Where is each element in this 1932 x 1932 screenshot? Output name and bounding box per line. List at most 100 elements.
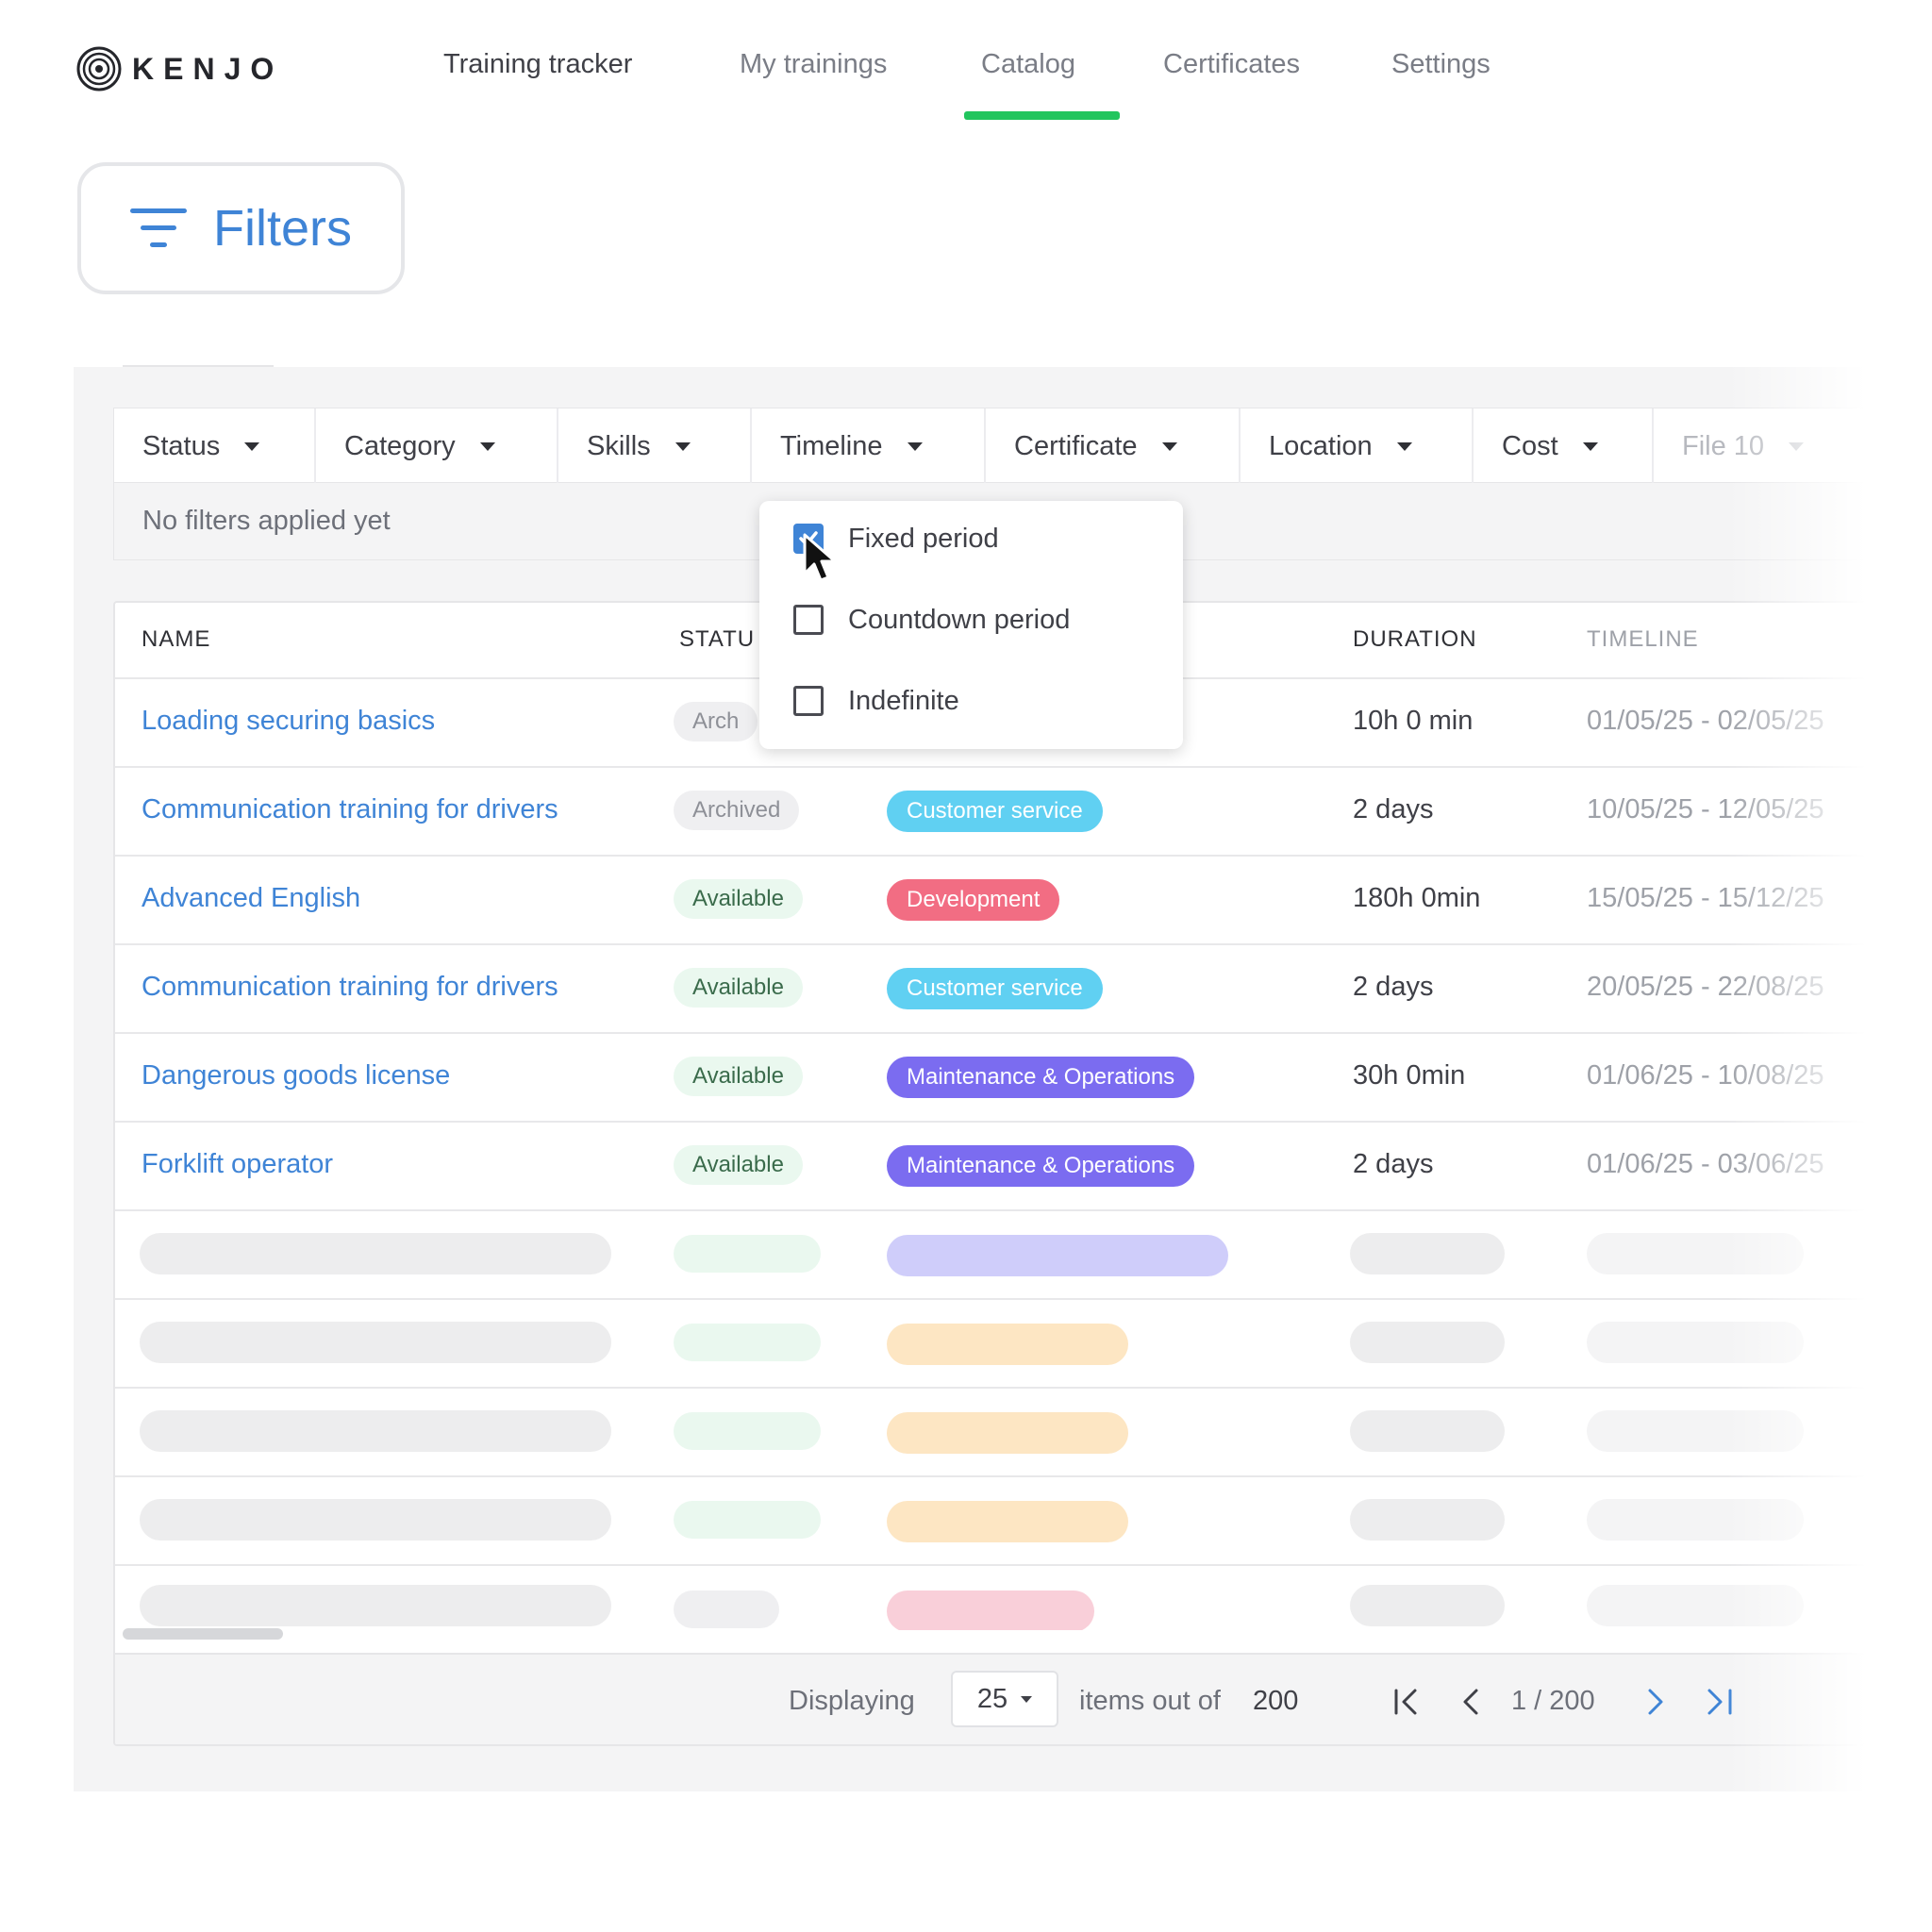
skeleton-bar [140,1322,611,1363]
skeleton-bar [674,1591,779,1628]
next-page-icon[interactable] [1636,1683,1674,1721]
chip-label: Certificate [1014,430,1138,461]
caret-down-icon [1582,441,1598,451]
skeleton-bar [887,1591,1094,1630]
filters-label: Filters [213,200,352,257]
skeleton-bar [140,1585,611,1626]
category-badge: Customer service [887,968,1103,1009]
table-row[interactable]: Forklift operator Available Maintenance … [115,1121,1864,1209]
option-indefinite[interactable]: Indefinite [793,682,959,720]
skeleton-bar [140,1410,611,1452]
active-tab-indicator [964,111,1120,120]
skeleton-bar [1350,1585,1505,1626]
chip-label: Status [142,430,221,461]
option-countdown-period[interactable]: Countdown period [793,601,1070,639]
duration-cell: 2 days [1353,1149,1434,1179]
page-size-select[interactable]: 25 [951,1671,1058,1727]
filter-chip-certificate[interactable]: Certificate [986,408,1241,484]
skeleton-bar [140,1499,611,1541]
skeleton-bar [1350,1322,1505,1363]
filter-chip-status[interactable]: Status [114,408,316,484]
timeline-cell: 15/05/25 - 15/12/25 [1587,883,1824,913]
skeleton-bar [674,1324,821,1361]
status-badge: Available [674,968,803,1008]
caret-down-icon [675,441,691,451]
duration-cell: 180h 0min [1353,883,1481,913]
timeline-cell: 20/05/25 - 22/08/25 [1587,972,1824,1002]
first-page-icon[interactable] [1389,1683,1426,1721]
filter-chip-skills[interactable]: Skills [558,408,752,484]
total-items: 200 [1253,1686,1299,1716]
filter-chip-category[interactable]: Category [316,408,558,484]
last-page-icon[interactable] [1700,1683,1738,1721]
mouse-pointer-icon [803,533,837,582]
skeleton-row [115,1298,1864,1387]
tab-settings[interactable]: Settings [1391,49,1491,80]
header-duration[interactable]: DURATION [1353,626,1477,653]
header-timeline[interactable]: TIMELINE [1587,626,1699,653]
kenjo-logo-icon [76,46,122,92]
category-badge: Customer service [887,791,1103,832]
training-name-link[interactable]: Dangerous goods license [142,1060,450,1091]
status-badge: Arch [674,702,758,741]
panel-divider [123,365,274,367]
applied-filters-text: No filters applied yet [142,506,391,536]
items-out-of-label: items out of [1079,1686,1221,1716]
filter-chip-timeline[interactable]: Timeline [752,408,986,484]
skeleton-row [115,1387,1864,1475]
timeline-cell: 01/06/25 - 10/08/25 [1587,1060,1824,1091]
skeleton-bar [1587,1499,1804,1541]
skeleton-bar [887,1501,1128,1542]
header-status[interactable]: STATU [679,626,755,653]
checkbox[interactable] [793,686,824,716]
skeleton-bar [1587,1410,1804,1452]
caret-down-icon [479,441,495,451]
catalog-table: NAME STATU DURATION TIMELINE Loading sec… [113,601,1866,1746]
pagination-bar: Displaying 25 items out of 200 1 / 200 [115,1653,1864,1744]
caret-down-icon [1396,441,1412,451]
table-row[interactable]: Dangerous goods license Available Mainte… [115,1032,1864,1121]
table-row[interactable]: Advanced English Available Development 1… [115,855,1864,943]
training-name-link[interactable]: Advanced English [142,883,360,914]
duration-cell: 2 days [1353,794,1434,824]
skeleton-bar [1587,1233,1804,1274]
chip-label: Timeline [780,430,883,461]
horizontal-scrollbar[interactable] [123,1628,283,1640]
tab-training-tracker[interactable]: Training tracker [443,49,632,80]
timeline-cell: 01/05/25 - 02/05/25 [1587,706,1824,736]
duration-cell: 10h 0 min [1353,706,1474,736]
caret-down-icon [1021,1695,1033,1703]
tab-catalog[interactable]: Catalog [981,49,1075,80]
previous-page-icon[interactable] [1453,1683,1491,1721]
page-indicator: 1 / 200 [1511,1686,1595,1716]
caret-down-icon [1789,441,1805,451]
status-badge: Available [674,1057,803,1096]
filter-chip-cost[interactable]: Cost [1474,408,1654,484]
header-name[interactable]: NAME [142,626,210,653]
chip-label: Category [344,430,456,461]
chip-label: Skills [587,430,651,461]
table-row[interactable]: Communication training for drivers Avail… [115,943,1864,1032]
page-size-value: 25 [976,1683,1008,1714]
training-name-link[interactable]: Loading securing basics [142,706,435,737]
filter-chip-location[interactable]: Location [1241,408,1474,484]
filter-chip-file-10[interactable]: File 10 [1654,408,1867,484]
tab-certificates[interactable]: Certificates [1163,49,1300,80]
chip-label: File 10 [1682,430,1765,461]
skeleton-bar [1350,1499,1505,1541]
category-badge: Maintenance & Operations [887,1145,1195,1187]
checkbox[interactable] [793,605,824,635]
skeleton-bar [674,1501,821,1539]
chip-label: Cost [1502,430,1558,461]
training-name-link[interactable]: Forklift operator [142,1149,333,1180]
option-label: Fixed period [848,523,999,554]
skeleton-bar [1350,1410,1505,1452]
filters-button[interactable]: Filters [77,162,405,294]
skeleton-row [115,1564,1864,1630]
tab-my-trainings[interactable]: My trainings [740,49,887,80]
table-row[interactable]: Communication training for drivers Archi… [115,766,1864,855]
chip-label: Location [1269,430,1373,461]
training-name-link[interactable]: Communication training for drivers [142,794,558,825]
brand-logo[interactable]: KENJO [75,45,283,92]
training-name-link[interactable]: Communication training for drivers [142,972,558,1003]
